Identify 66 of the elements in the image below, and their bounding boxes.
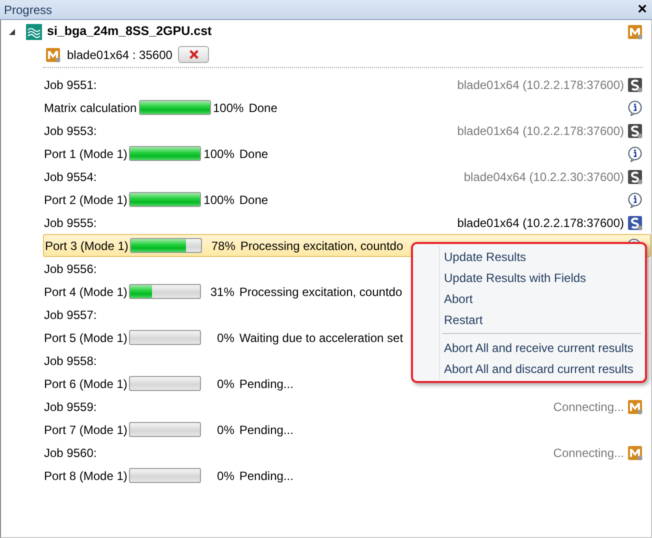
percent-label: 100% — [202, 192, 234, 208]
server-icon — [627, 214, 643, 230]
status-text: Pending... — [239, 376, 294, 392]
percent-label: 0% — [216, 376, 234, 392]
menu-item[interactable]: Restart — [415, 309, 643, 330]
status-text: Pending... — [239, 422, 294, 438]
job-label: Job 9554: — [44, 168, 97, 186]
percent-label: 100% — [212, 100, 244, 116]
job-label: Job 9551: — [44, 76, 97, 94]
task-label: Port 5 (Mode 1) — [44, 330, 128, 346]
host-label: Connecting... — [553, 444, 624, 462]
task-label: Port 3 (Mode 1) — [45, 238, 128, 254]
task-label: Port 2 (Mode 1) — [44, 192, 128, 208]
menu-item[interactable]: Abort — [415, 288, 643, 309]
percent-label: 31% — [209, 284, 234, 300]
percent-label: 0% — [216, 330, 234, 346]
percent-label: 100% — [202, 146, 234, 162]
collapse-icon[interactable] — [8, 28, 16, 36]
close-button[interactable]: × — [636, 2, 648, 16]
cancel-button[interactable] — [178, 46, 210, 63]
job-label: Job 9553: — [44, 122, 97, 140]
status-text: Processing excitation, countdo — [240, 238, 404, 254]
job-label: Job 9560: — [44, 444, 97, 462]
m-icon — [627, 444, 643, 460]
task-label: Port 1 (Mode 1) — [44, 146, 128, 162]
info-icon[interactable] — [627, 192, 643, 208]
m-icon — [627, 24, 643, 40]
close-icon — [188, 49, 200, 60]
host-label: blade01x64 (10.2.2.178:37600) — [457, 122, 624, 140]
host-label: blade01x64 (10.2.2.178:37600) — [457, 214, 624, 232]
info-icon[interactable] — [627, 100, 643, 116]
status-text: Processing excitation, countdo — [239, 284, 402, 300]
host-label: blade01x64 (10.2.2.178:37600) — [457, 76, 624, 94]
status-text: Done — [239, 192, 268, 208]
task-label: Port 8 (Mode 1) — [44, 468, 128, 484]
status-text: Done — [248, 100, 278, 116]
server-icon — [627, 76, 643, 92]
task-label: Port 4 (Mode 1) — [44, 284, 128, 300]
task-label: Port 6 (Mode 1) — [44, 376, 128, 392]
percent-label: 0% — [216, 468, 234, 484]
server-label: blade01x64 : 35600 — [67, 46, 172, 64]
info-icon[interactable] — [627, 146, 643, 162]
job-label: Job 9557: — [44, 306, 97, 324]
menu-item[interactable]: Abort All and discard current results — [415, 358, 643, 379]
job-label: Job 9556: — [44, 260, 97, 278]
host-label: Connecting... — [553, 398, 624, 416]
task-label: Port 7 (Mode 1) — [44, 422, 128, 438]
status-text: Waiting due to acceleration set — [239, 330, 404, 346]
status-text: Pending... — [239, 468, 294, 484]
menu-item[interactable]: Update Results with Fields — [415, 267, 643, 288]
project-icon — [26, 24, 42, 40]
m-icon — [45, 46, 61, 62]
task-label: Matrix calculation — [44, 100, 137, 116]
job-label: Job 9558: — [44, 352, 97, 370]
percent-label: 0% — [216, 422, 234, 438]
panel-title: Progress — [4, 2, 52, 18]
host-label: blade04x64 (10.2.2.30:37600) — [464, 168, 624, 186]
server-icon — [627, 122, 643, 138]
percent-label: 78% — [210, 238, 236, 254]
project-name[interactable]: si_bga_24m_8SS_2GPU.cst — [47, 22, 212, 41]
server-icon — [627, 168, 643, 184]
menu-item[interactable]: Abort All and receive current results — [415, 337, 643, 358]
m-icon — [627, 398, 643, 414]
job-label: Job 9555: — [44, 214, 97, 232]
job-label: Job 9559: — [44, 398, 97, 416]
status-text: Done — [239, 146, 268, 162]
